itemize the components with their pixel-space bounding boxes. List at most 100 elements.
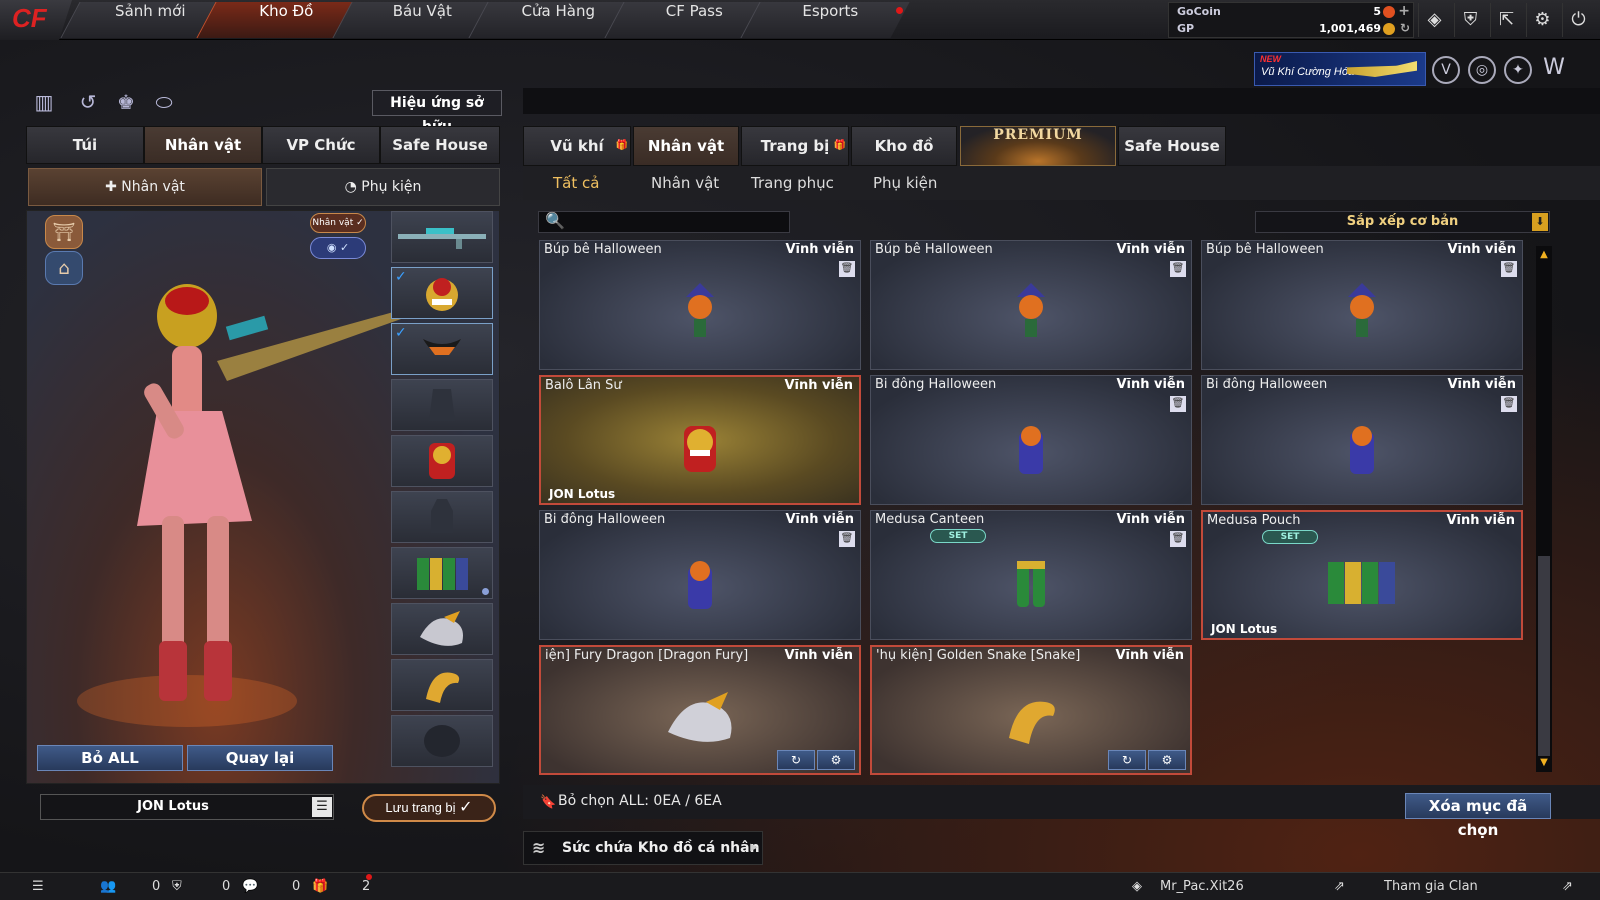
shield-icon[interactable]: ⛨	[1454, 3, 1486, 37]
slot-head[interactable]: ✓	[391, 267, 493, 319]
slot-backpack[interactable]	[391, 435, 493, 487]
tab-premium[interactable]: PREMIUM	[960, 126, 1116, 166]
gear-icon[interactable]: ⚙	[1148, 750, 1186, 770]
convert-gp-button[interactable]: ↻	[777, 750, 815, 770]
power-icon[interactable]: ⏻	[1562, 3, 1594, 37]
subtab-tat-ca[interactable]: Tất cả	[553, 166, 599, 200]
search-input[interactable]: 🔍	[538, 211, 790, 233]
sort-arrow-icon[interactable]: ⬇	[1532, 213, 1548, 231]
exit-icon[interactable]: ⇱	[1490, 3, 1522, 37]
gear-icon[interactable]: ⚙	[817, 750, 855, 770]
trash-icon[interactable]: 🗑	[839, 261, 855, 277]
item-card[interactable]: Bi đông Halloween Vĩnh viễn 🗑	[1201, 375, 1523, 505]
join-clan-link[interactable]: Tham gia Clan	[1384, 879, 1478, 894]
subtab-phu-kien[interactable]: Phụ kiện	[873, 166, 937, 200]
globe-icon[interactable]: ◎	[1468, 56, 1496, 84]
rank-icon[interactable]: ◈	[1418, 3, 1450, 37]
w-logo-icon[interactable]: W	[1540, 56, 1568, 84]
external-link-icon[interactable]: ⇗	[1334, 879, 1345, 894]
gift-icon[interactable]: 🎁	[312, 879, 328, 894]
tab-nhan-vat-right[interactable]: Nhân vật	[633, 126, 739, 166]
ranking-icon[interactable]: ▥	[30, 90, 58, 116]
trash-icon[interactable]: 🗑	[1170, 531, 1186, 547]
settings-icon[interactable]: ⚙	[1526, 3, 1558, 37]
item-card[interactable]: Búp bê Halloween Vĩnh viễn 🗑	[539, 240, 861, 370]
subtab-character[interactable]: ✚ Nhân vật	[28, 168, 262, 206]
trash-icon[interactable]: 🗑	[839, 531, 855, 547]
slot-body-empty[interactable]	[391, 379, 493, 431]
item-card[interactable]: Búp bê Halloween Vĩnh viễn 🗑	[870, 240, 1192, 370]
tab-safe-house[interactable]: Safe House	[380, 126, 500, 164]
event-v-icon[interactable]: V	[1432, 56, 1460, 84]
add-coin-icon[interactable]: +	[1398, 3, 1410, 19]
remove-all-button[interactable]: Bỏ ALL	[37, 745, 183, 771]
delete-selected-button[interactable]: Xóa mục đã chọn	[1405, 793, 1551, 839]
menu-icon[interactable]: ☰	[312, 797, 332, 817]
subtab-trang-phuc[interactable]: Trang phục	[751, 166, 834, 200]
friends-icon[interactable]: 👥	[100, 879, 116, 894]
history-icon[interactable]: ↺	[74, 90, 102, 116]
character-icon[interactable]: ♚	[112, 90, 140, 116]
tab-trang-bi[interactable]: Trang bị 🎁	[741, 126, 849, 166]
storage-capacity-button[interactable]: ≋ Sức chứa Kho đồ cá nhân ▶	[523, 831, 763, 865]
slot-dragon[interactable]	[391, 603, 493, 655]
promo-gun-icon	[1347, 61, 1417, 77]
external-link-icon[interactable]: ⇗	[1562, 879, 1573, 894]
trash-icon[interactable]: 🗑	[1501, 261, 1517, 277]
subtab-accessory[interactable]: ◔ Phụ kiện	[266, 168, 500, 206]
chat-icon[interactable]: 💬	[242, 879, 258, 894]
back-button[interactable]: Quay lại	[187, 745, 333, 771]
slot-pouch[interactable]	[391, 547, 493, 599]
tab-tui[interactable]: Túi	[26, 126, 144, 164]
slot-mask[interactable]: ✓	[391, 323, 493, 375]
scroll-thumb[interactable]	[1538, 556, 1550, 756]
item-card[interactable]: Búp bê Halloween Vĩnh viễn 🗑	[1201, 240, 1523, 370]
trash-icon[interactable]: 🗑	[1170, 261, 1186, 277]
slot-extra-empty[interactable]	[391, 715, 493, 767]
slot-canteen-empty[interactable]	[391, 491, 493, 543]
nav-tab-esports[interactable]: Esports	[740, 2, 910, 38]
tab-nhan-vat[interactable]: Nhân vật	[144, 126, 262, 164]
clan-shield-icon[interactable]: ⛨	[172, 879, 182, 894]
slot-weapon[interactable]	[391, 211, 493, 263]
tab-vu-khi[interactable]: Vũ khí 🎁	[523, 126, 631, 166]
trash-icon[interactable]: 🗑	[1170, 396, 1186, 412]
sort-dropdown[interactable]: Sắp xếp cơ bản	[1255, 211, 1550, 233]
gocoin-value: 5	[1373, 5, 1381, 18]
save-loadout-button[interactable]: Lưu trang bị ✓	[362, 794, 496, 822]
list-icon[interactable]: ☰	[32, 879, 44, 894]
slot-snake[interactable]	[391, 659, 493, 711]
ring-placeholder-icon	[424, 725, 460, 757]
item-card[interactable]: Medusa Canteen Vĩnh viễn 🗑 SET	[870, 510, 1192, 640]
faction-icon-active[interactable]: ⛩	[45, 215, 83, 249]
scroll-up-icon[interactable]: ▲	[1537, 248, 1551, 262]
subtab-bar: Tất cả Nhân vật Trang phục Phụ kiện	[523, 166, 1600, 200]
item-card-equipped[interactable]: Balô Lân Sư Vĩnh viễn JON Lotus	[539, 375, 861, 505]
promo-banner[interactable]: NEW Vũ Khí Cường Hóa	[1254, 52, 1426, 86]
tab-safe-house-right[interactable]: Safe House	[1118, 126, 1226, 166]
gp-value: 1,001,469	[1319, 22, 1381, 35]
character-visible-badge[interactable]: Nhân vật ✓	[310, 213, 366, 233]
item-card-equipped[interactable]: 'hụ kiện] Golden Snake [Snake] Vĩnh viễn…	[870, 645, 1192, 775]
accessory-icon: ◔	[344, 179, 362, 195]
notification-dot	[896, 7, 903, 14]
convert-gp-button[interactable]: ↻	[1108, 750, 1146, 770]
scroll-down-icon[interactable]: ▼	[1537, 756, 1551, 770]
tab-kho-do[interactable]: Kho đồ	[851, 126, 957, 166]
lion-backpack-icon	[684, 425, 716, 472]
item-card-equipped[interactable]: Medusa Pouch Vĩnh viễn SET JON Lotus	[1201, 510, 1523, 640]
item-card[interactable]: Bi đông Halloween Vĩnh viễn 🗑	[539, 510, 861, 640]
mouse-icon[interactable]: ⬭	[150, 90, 178, 116]
item-card[interactable]: Bi đông Halloween Vĩnh viễn 🗑	[870, 375, 1192, 505]
visibility-toggle-icon[interactable]: ◉ ✓	[310, 237, 366, 259]
tab-label: Vũ khí	[550, 137, 604, 155]
subtab-nhan-vat[interactable]: Nhân vật	[651, 166, 719, 200]
target-icon[interactable]: ✦	[1504, 56, 1532, 84]
username[interactable]: Mr_Pac.Xit26	[1160, 879, 1244, 894]
owned-effects-button[interactable]: Hiệu ứng sở hữu	[372, 90, 502, 135]
item-card-equipped[interactable]: iện] Fury Dragon [Dragon Fury] Vĩnh viễn…	[539, 645, 861, 775]
scrollbar[interactable]: ▲ ▼	[1536, 246, 1552, 772]
trash-icon[interactable]: 🗑	[1501, 396, 1517, 412]
refresh-icon[interactable]: ↻	[1400, 21, 1410, 35]
tab-vp-chuc-nang[interactable]: VP Chức năng	[262, 126, 380, 190]
